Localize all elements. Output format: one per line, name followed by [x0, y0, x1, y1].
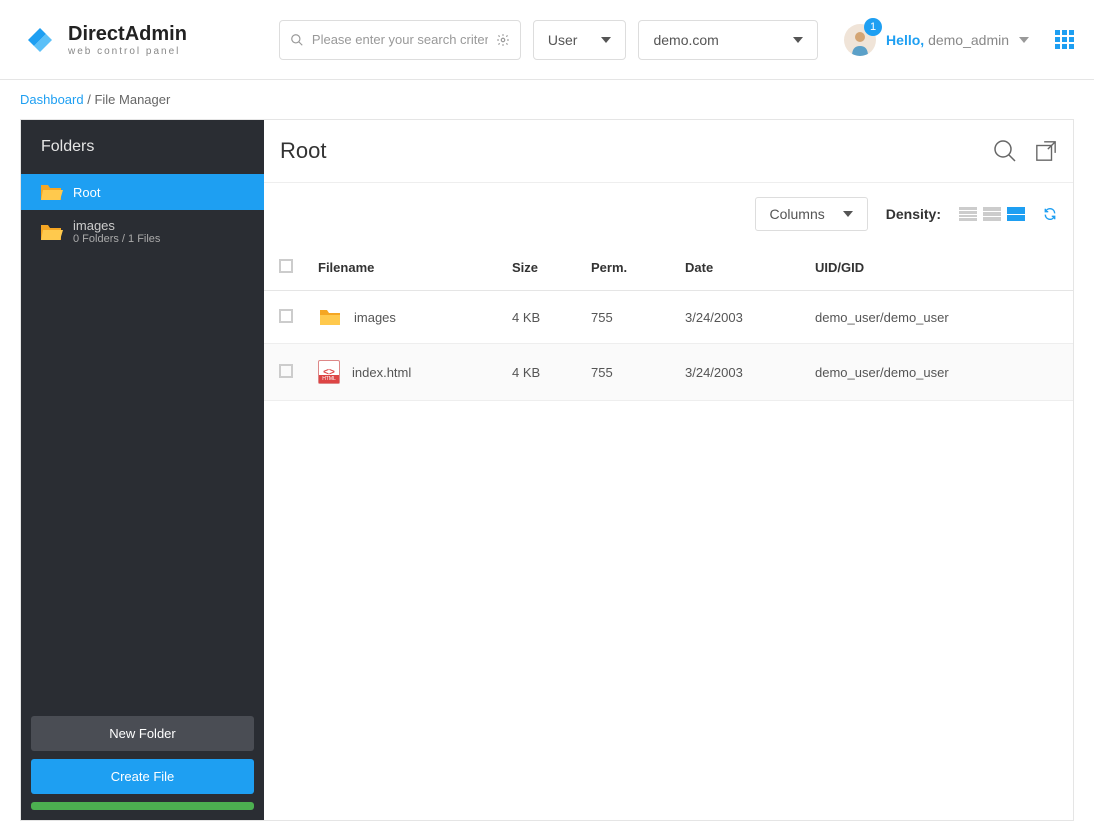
sidebar-item-label: Root: [73, 185, 100, 200]
table-row[interactable]: images 4 KB 755 3/24/2003 demo_user/demo…: [264, 291, 1073, 344]
user-level-dropdown[interactable]: User: [533, 20, 627, 60]
folder-open-icon: [39, 222, 63, 242]
html-file-icon: <> HTML: [318, 360, 340, 384]
col-uidgid[interactable]: UID/GID: [805, 245, 1073, 291]
file-name: index.html: [352, 365, 411, 380]
chevron-down-icon: [843, 211, 853, 217]
sidebar-title: Folders: [21, 120, 264, 174]
file-name: images: [354, 310, 396, 325]
sidebar-item-root[interactable]: Root: [21, 174, 264, 210]
table-row[interactable]: <> HTML index.html 4 KB 755 3/24/2003 de…: [264, 344, 1073, 401]
user-level-label: User: [548, 32, 578, 48]
upload-button-partial[interactable]: [31, 802, 254, 810]
content-area: Root Columns Density: Fi: [264, 120, 1073, 820]
breadcrumb: Dashboard / File Manager: [0, 80, 1094, 119]
apps-grid-icon[interactable]: [1055, 30, 1074, 49]
search-icon: [290, 33, 304, 47]
file-date: 3/24/2003: [675, 291, 805, 344]
col-perm[interactable]: Perm.: [581, 245, 675, 291]
page-title: Root: [280, 138, 326, 164]
breadcrumb-current: File Manager: [94, 92, 170, 107]
chevron-down-icon: [793, 37, 803, 43]
folder-open-icon: [39, 182, 63, 202]
logo-icon: [20, 20, 60, 60]
search-icon[interactable]: [993, 139, 1017, 163]
file-table: Filename Size Perm. Date UID/GID: [264, 245, 1073, 401]
logo-text: DirectAdmin web control panel: [68, 23, 187, 57]
chevron-down-icon: [601, 37, 611, 43]
col-size[interactable]: Size: [502, 245, 581, 291]
avatar: 1: [844, 24, 876, 56]
expand-icon[interactable]: [1035, 140, 1057, 162]
density-normal[interactable]: [983, 207, 1001, 221]
density-label: Density:: [886, 206, 941, 222]
domain-label: demo.com: [653, 32, 718, 48]
density-compact[interactable]: [959, 207, 977, 221]
file-perm: 755: [581, 344, 675, 401]
row-checkbox[interactable]: [279, 309, 293, 323]
domain-dropdown[interactable]: demo.com: [638, 20, 818, 60]
col-date[interactable]: Date: [675, 245, 805, 291]
user-menu[interactable]: 1 Hello, demo_admin: [844, 24, 1029, 56]
sidebar: Folders Root images 0 Folders / 1 Files: [21, 120, 264, 820]
row-checkbox[interactable]: [279, 364, 293, 378]
file-uidgid: demo_user/demo_user: [805, 344, 1073, 401]
file-size: 4 KB: [502, 291, 581, 344]
main-panel: Folders Root images 0 Folders / 1 Files: [20, 119, 1074, 821]
file-uidgid: demo_user/demo_user: [805, 291, 1073, 344]
chevron-down-icon: [1019, 37, 1029, 43]
select-all-checkbox[interactable]: [279, 259, 293, 273]
file-size: 4 KB: [502, 344, 581, 401]
logo[interactable]: DirectAdmin web control panel: [20, 20, 187, 60]
user-greeting: Hello, demo_admin: [886, 32, 1009, 48]
file-perm: 755: [581, 291, 675, 344]
density-comfortable[interactable]: [1007, 207, 1025, 221]
file-date: 3/24/2003: [675, 344, 805, 401]
breadcrumb-sep: /: [84, 92, 95, 107]
new-folder-button[interactable]: New Folder: [31, 716, 254, 751]
sidebar-item-images[interactable]: images 0 Folders / 1 Files: [21, 210, 264, 253]
logo-subtitle: web control panel: [68, 46, 187, 57]
columns-dropdown[interactable]: Columns: [755, 197, 868, 231]
content-header: Root: [264, 120, 1073, 183]
breadcrumb-root[interactable]: Dashboard: [20, 92, 84, 107]
logo-title: DirectAdmin: [68, 23, 187, 46]
notification-badge[interactable]: 1: [864, 18, 882, 36]
density-options: [959, 207, 1025, 221]
search-input[interactable]: [312, 32, 488, 47]
sidebar-actions: New Folder Create File: [21, 706, 264, 820]
sidebar-item-sub: 0 Folders / 1 Files: [73, 233, 160, 245]
col-filename[interactable]: Filename: [308, 245, 502, 291]
columns-label: Columns: [770, 206, 825, 222]
create-file-button[interactable]: Create File: [31, 759, 254, 794]
top-header: DirectAdmin web control panel User demo.…: [0, 0, 1094, 80]
folder-icon: [318, 307, 342, 327]
toolbar: Columns Density:: [264, 183, 1073, 245]
search-box[interactable]: [279, 20, 521, 60]
refresh-icon[interactable]: [1043, 207, 1057, 221]
folder-tree: Root images 0 Folders / 1 Files: [21, 174, 264, 706]
gear-icon[interactable]: [496, 33, 510, 47]
sidebar-item-label: images: [73, 218, 160, 233]
